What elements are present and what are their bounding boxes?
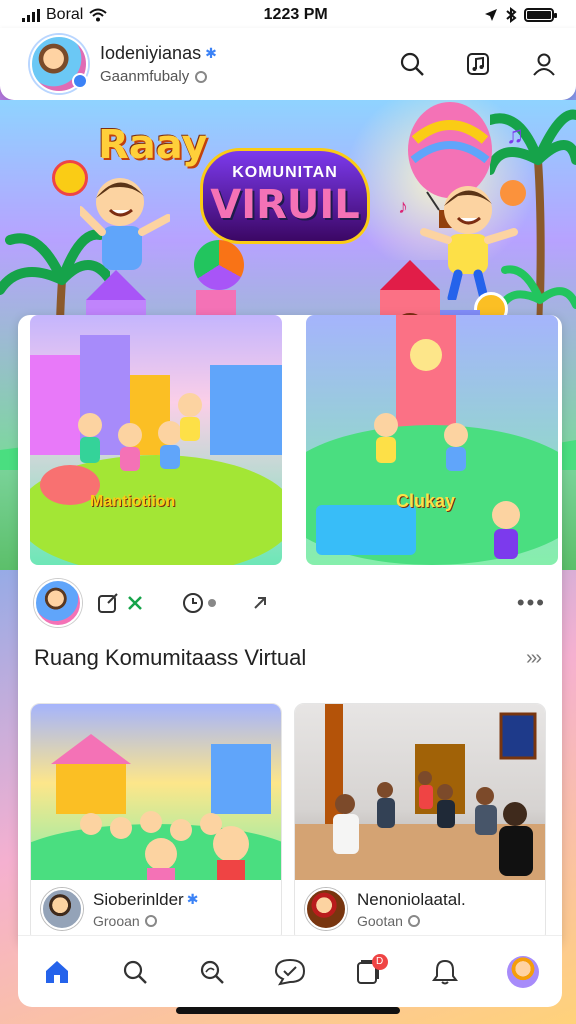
home-indicator[interactable]	[176, 1007, 400, 1014]
status-dot-icon	[195, 70, 208, 83]
card-sub-row: Grooan	[93, 913, 198, 929]
edit-button[interactable]	[96, 591, 147, 615]
post-gallery[interactable]: Mantiotiion Clukay	[30, 315, 558, 565]
status-left: Boral	[22, 6, 108, 24]
card-image	[295, 704, 545, 880]
nav-notifications[interactable]: D	[348, 952, 388, 992]
music-note-icon	[467, 53, 489, 75]
card-avatar[interactable]	[41, 888, 83, 930]
post-avatar[interactable]	[34, 579, 82, 627]
status-dot-icon	[144, 914, 157, 927]
music-button[interactable]	[464, 50, 492, 78]
tile-label: Clukay	[396, 491, 456, 511]
share-icon	[254, 597, 266, 609]
carrier-label: Boral	[46, 6, 84, 23]
community-card[interactable]: Sioberinlder ✱ Grooan	[30, 703, 282, 943]
bluetooth-icon	[506, 7, 517, 23]
signal-icon	[22, 8, 40, 22]
card-name: Sioberinlder	[93, 889, 184, 909]
profile-header: Iodeniyianas ✱ Gaanmfubaly	[0, 28, 576, 100]
playground-illustration	[306, 315, 558, 565]
card-name-row: Nenoniolaatal.	[357, 890, 466, 910]
hero-logo: Raay	[98, 122, 208, 168]
gallery-image-left[interactable]: Mantiotiion	[30, 315, 282, 565]
indicator-dot	[208, 599, 216, 607]
wifi-icon	[89, 8, 108, 22]
post-title: Ruang Komumitaass Virtual	[34, 645, 307, 670]
card-subtitle: Grooan	[93, 912, 140, 929]
post-card: Mantiotiion Clukay ••• Ruang Komumitaass…	[18, 315, 562, 947]
nav-explore[interactable]	[192, 952, 232, 992]
profile-icon	[533, 53, 555, 76]
more-options-button[interactable]: •••	[517, 590, 546, 616]
explore-icon	[201, 960, 225, 984]
hero-title-main: VIRUIL	[210, 182, 360, 228]
card-subtitle: Gootan	[357, 912, 403, 929]
status-right	[484, 7, 557, 23]
card-info: Sioberinlder ✱ Grooan	[31, 880, 281, 938]
nav-chat[interactable]	[270, 952, 310, 992]
profile-subtitle: Gaanmfubaly	[100, 68, 190, 85]
card-text: Sioberinlder ✱ Grooan	[93, 890, 198, 929]
card-name-row: Sioberinlder ✱	[93, 890, 198, 910]
nav-search[interactable]	[115, 952, 155, 992]
nav-profile[interactable]	[503, 952, 543, 992]
card-info: Nenoniolaatal. Gootan	[295, 880, 545, 938]
emoji-bubble	[500, 180, 526, 206]
header-actions	[398, 50, 558, 78]
crowd-illustration	[31, 734, 281, 880]
chat-icon	[274, 958, 305, 985]
card-sub-row: Gootan	[357, 913, 466, 929]
room-gathering-photo	[295, 704, 545, 880]
online-badge	[72, 73, 88, 89]
clock-icon	[183, 593, 203, 613]
search-button[interactable]	[398, 50, 426, 78]
clock-button[interactable]	[181, 591, 216, 615]
profile-name-row[interactable]: Iodeniyianas ✱	[100, 43, 398, 64]
location-icon	[485, 9, 497, 21]
edit-icon	[98, 593, 118, 613]
music-note-icon: ♪	[398, 196, 408, 218]
verified-icon: ✱	[205, 45, 217, 61]
nav-home[interactable]	[37, 952, 77, 992]
kids-plaza-illustration	[30, 335, 282, 565]
hero-title-sign: KOMUNITAN VIRUIL	[200, 148, 370, 244]
music-note-icon: ♫	[506, 122, 524, 149]
card-image	[31, 704, 281, 880]
post-actions	[96, 591, 300, 615]
notification-badge: D	[371, 953, 388, 970]
tile-label: Mantiotiion	[90, 493, 176, 510]
card-text: Nenoniolaatal. Gootan	[357, 890, 466, 929]
card-avatar[interactable]	[305, 888, 347, 930]
profile-button[interactable]	[530, 50, 558, 78]
avatar[interactable]	[30, 35, 88, 93]
expand-chevron-icon[interactable]: ›››	[526, 647, 542, 670]
search-icon	[123, 960, 147, 984]
community-card[interactable]: Nenoniolaatal. Gootan	[294, 703, 546, 943]
refresh-icon	[128, 596, 142, 610]
status-dot-icon	[407, 914, 420, 927]
status-bar: Boral 1223 PM	[0, 0, 576, 30]
nav-alerts[interactable]	[425, 952, 465, 992]
post-action-bar: •••	[34, 577, 546, 629]
status-time: 1223 PM	[263, 6, 328, 23]
profile-name: Iodeniyianas	[100, 43, 202, 63]
profile-sub-row: Gaanmfubaly	[100, 68, 398, 85]
search-icon	[400, 52, 424, 76]
verified-icon: ✱	[186, 891, 199, 907]
battery-icon	[524, 8, 557, 22]
home-icon	[45, 960, 68, 983]
emoji-bubble	[52, 160, 88, 196]
profile-text: Iodeniyianas ✱ Gaanmfubaly	[100, 43, 398, 85]
bottom-nav: D	[18, 935, 562, 1007]
alerts-icon	[432, 959, 459, 984]
card-name: Nenoniolaatal.	[357, 889, 466, 909]
hero-title-top: KOMUNITAN	[232, 164, 338, 181]
share-button[interactable]	[250, 593, 270, 613]
gallery-image-right[interactable]: Clukay	[306, 315, 558, 565]
avatar	[507, 955, 540, 988]
